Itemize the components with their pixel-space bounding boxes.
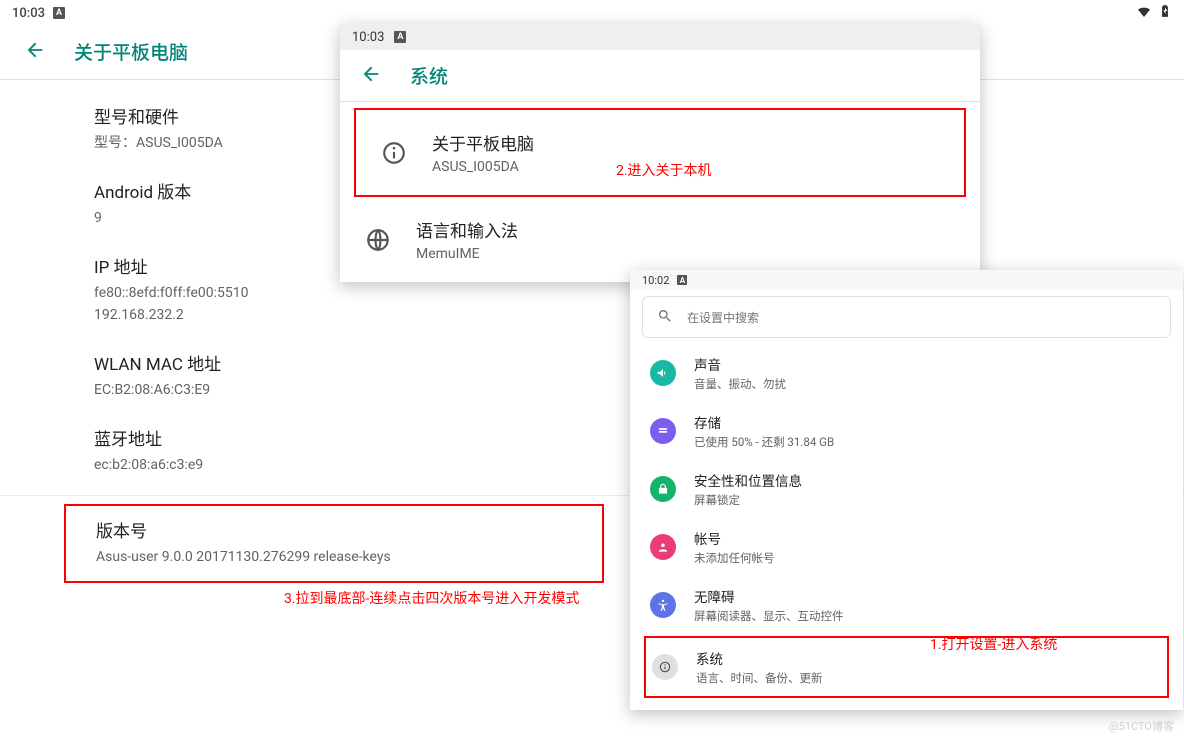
item-sub: 语言、时间、备份、更新 — [696, 670, 823, 686]
account-icon — [650, 534, 676, 560]
storage-icon — [650, 418, 676, 444]
item-title: 版本号 — [96, 520, 580, 545]
item-about-tablet[interactable]: 关于平板电脑 ASUS_I005DA — [356, 110, 964, 195]
system-icon — [652, 654, 678, 680]
input-indicator-icon: A — [53, 7, 65, 19]
back-icon[interactable] — [24, 39, 46, 65]
item-sub: Asus-user 9.0.0 20171130.276299 release-… — [96, 547, 580, 567]
wifi-icon — [1136, 3, 1152, 23]
search-icon — [657, 308, 673, 327]
item-sub: 未添加任何帐号 — [694, 550, 775, 566]
accessibility-icon — [650, 592, 676, 618]
status-bar: 10:03 A — [0, 0, 1184, 24]
annotation-2: 2.进入关于本机 — [616, 160, 712, 180]
status-bar: 10:03 A — [340, 24, 980, 50]
screen-system: 10:03 A 系统 关于平板电脑 ASUS_I005DA 语言和输入法 Mem… — [340, 24, 980, 282]
info-icon — [380, 140, 408, 166]
page-title: 系统 — [410, 62, 448, 89]
item-title: 声音 — [694, 354, 786, 374]
item-sub: ASUS_I005DA — [432, 159, 534, 175]
settings-list: 声音 音量、振动、勿扰 存储 已使用 50% - 还剩 31.84 GB 安全性… — [630, 338, 1183, 710]
annotation-3: 3.拉到最底部-连续点击四次版本号进入开发模式 — [284, 588, 579, 608]
highlight-system: 系统 语言、时间、备份、更新 — [644, 636, 1169, 698]
page-title: 关于平板电脑 — [74, 38, 188, 65]
item-title: 系统 — [696, 648, 823, 668]
back-icon[interactable] — [360, 63, 382, 89]
settings-item-security[interactable]: 安全性和位置信息 屏幕锁定 — [630, 460, 1183, 518]
item-sub: 屏幕阅读器、显示、互动控件 — [694, 608, 844, 624]
status-time: 10:02 — [642, 274, 669, 287]
item-title: 安全性和位置信息 — [694, 470, 802, 490]
globe-icon — [364, 227, 392, 253]
settings-item-storage[interactable]: 存储 已使用 50% - 还剩 31.84 GB — [630, 402, 1183, 460]
watermark: @51CTO博客 — [1109, 718, 1174, 734]
status-time: 10:03 — [12, 6, 45, 21]
item-sub: 已使用 50% - 还剩 31.84 GB — [694, 434, 834, 450]
settings-item-accessibility[interactable]: 无障碍 屏幕阅读器、显示、互动控件 — [630, 576, 1183, 634]
status-bar: 10:02 A — [630, 270, 1183, 290]
app-bar: 系统 — [340, 50, 980, 102]
item-sub: MemuIME — [416, 246, 518, 262]
item-title: 存储 — [694, 412, 834, 432]
battery-charging-icon — [1158, 4, 1172, 22]
settings-search[interactable]: 在设置中搜索 — [642, 296, 1171, 338]
highlight-about-tablet: 关于平板电脑 ASUS_I005DA — [354, 108, 966, 197]
item-title: 关于平板电脑 — [432, 130, 534, 155]
item-title: 帐号 — [694, 528, 775, 548]
lock-icon — [650, 476, 676, 502]
item-sub: 音量、振动、勿扰 — [694, 376, 786, 392]
item-title: 语言和输入法 — [416, 217, 518, 242]
item-title: 无障碍 — [694, 586, 844, 606]
settings-item-system[interactable]: 系统 语言、时间、备份、更新 — [646, 638, 1167, 696]
search-placeholder: 在设置中搜索 — [687, 309, 759, 326]
status-time: 10:03 — [352, 30, 384, 45]
settings-item-accounts[interactable]: 帐号 未添加任何帐号 — [630, 518, 1183, 576]
input-indicator-icon: A — [394, 31, 406, 43]
item-sub: 屏幕锁定 — [694, 492, 802, 508]
input-indicator-icon: A — [677, 275, 687, 285]
settings-item-sound[interactable]: 声音 音量、振动、勿扰 — [630, 344, 1183, 402]
annotation-1: 1.打开设置-进入系统 — [930, 634, 1057, 654]
sound-icon — [650, 360, 676, 386]
item-build-number[interactable]: 版本号 Asus-user 9.0.0 20171130.276299 rele… — [66, 506, 602, 581]
screen-settings-home: 10:02 A 在设置中搜索 声音 音量、振动、勿扰 存储 已使用 50% - … — [630, 270, 1183, 710]
highlight-build-number: 版本号 Asus-user 9.0.0 20171130.276299 rele… — [64, 504, 604, 583]
